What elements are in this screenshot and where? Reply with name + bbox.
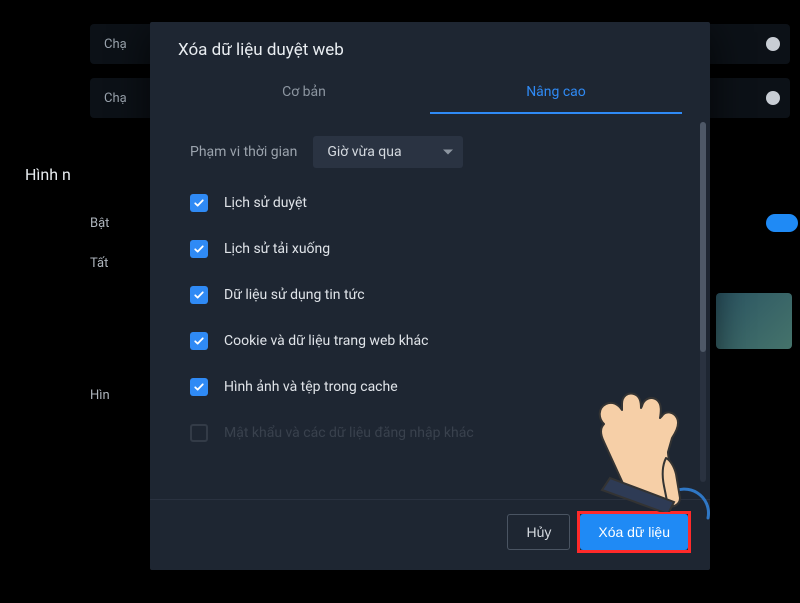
time-range-value: Giờ vừa qua [327, 144, 401, 160]
scrollbar-thumb[interactable] [700, 122, 706, 352]
option-row-download-history: Lịch sử tải xuống [190, 240, 670, 258]
checkbox-news-usage[interactable] [190, 286, 208, 304]
modal-footer: Hủy Xóa dữ liệu [150, 499, 710, 570]
checkbox-passwords[interactable] [190, 424, 208, 442]
option-label: Hình ảnh và tệp trong cache [224, 379, 398, 395]
modal-overlay: Xóa dữ liệu duyệt web Cơ bản Nâng cao Ph… [0, 0, 800, 603]
check-icon [193, 335, 205, 347]
clear-data-button[interactable]: Xóa dữ liệu [580, 514, 688, 550]
option-row-passwords: Mật khẩu và các dữ liệu đăng nhập khác [190, 424, 670, 442]
cancel-button[interactable]: Hủy [507, 514, 570, 550]
modal-tabs: Cơ bản Nâng cao [150, 74, 710, 114]
time-range-select[interactable]: Giờ vừa qua [313, 136, 463, 168]
check-icon [193, 381, 205, 393]
checkbox-browsing-history[interactable] [190, 194, 208, 212]
option-label: Cookie và dữ liệu trang web khác [224, 333, 428, 349]
tab-advanced[interactable]: Nâng cao [430, 74, 682, 114]
option-label: Lịch sử tải xuống [224, 241, 330, 257]
check-icon [193, 197, 205, 209]
check-icon [193, 243, 205, 255]
scrollbar[interactable] [700, 122, 706, 482]
option-row-browsing-history: Lịch sử duyệt [190, 194, 670, 212]
option-row-cache: Hình ảnh và tệp trong cache [190, 378, 670, 396]
clear-data-button-label: Xóa dữ liệu [598, 524, 670, 540]
option-row-news-usage: Dữ liệu sử dụng tin tức [190, 286, 670, 304]
chevron-down-icon [443, 150, 453, 155]
checkbox-download-history[interactable] [190, 240, 208, 258]
time-range-row: Phạm vi thời gian Giờ vừa qua [190, 136, 670, 168]
checkbox-cookies[interactable] [190, 332, 208, 350]
option-row-cookies: Cookie và dữ liệu trang web khác [190, 332, 670, 350]
check-icon [193, 289, 205, 301]
tab-basic[interactable]: Cơ bản [178, 74, 430, 114]
option-label: Lịch sử duyệt [224, 195, 307, 211]
option-label: Dữ liệu sử dụng tin tức [224, 287, 365, 303]
checkbox-cache[interactable] [190, 378, 208, 396]
modal-body: Phạm vi thời gian Giờ vừa qua Lịch sử du… [150, 114, 710, 499]
option-label: Mật khẩu và các dữ liệu đăng nhập khác [224, 425, 474, 441]
clear-browsing-data-modal: Xóa dữ liệu duyệt web Cơ bản Nâng cao Ph… [150, 22, 710, 570]
modal-title: Xóa dữ liệu duyệt web [150, 22, 710, 74]
time-range-label: Phạm vi thời gian [190, 144, 297, 160]
